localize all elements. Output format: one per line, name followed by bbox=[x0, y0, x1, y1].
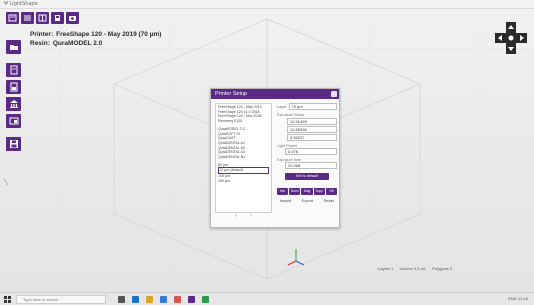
axis-gizmo bbox=[287, 249, 305, 266]
setup-form: Layer 70 µm Exposure Setup 12.91499 12.8… bbox=[277, 103, 338, 203]
save-button[interactable] bbox=[6, 137, 21, 151]
window-title: Ψ LightShape bbox=[4, 1, 38, 7]
left-toolbar bbox=[6, 40, 21, 151]
reset-button[interactable]: Reset bbox=[324, 198, 334, 203]
preset-button[interactable]: Min bbox=[277, 188, 289, 195]
open-folder-icon bbox=[9, 45, 18, 50]
new-file-icon bbox=[8, 14, 17, 22]
support-icon bbox=[9, 100, 18, 108]
app-icon[interactable] bbox=[202, 296, 209, 303]
list-pager: ‹ › bbox=[211, 213, 276, 219]
pager-prev-button[interactable]: ‹ bbox=[235, 213, 237, 219]
document-icon bbox=[10, 65, 17, 75]
camera-button[interactable] bbox=[66, 12, 79, 24]
center-view-icon bbox=[508, 35, 514, 41]
os-taskbar: Type here to search ENG 12:15 bbox=[0, 292, 534, 305]
window-title-bar: Ψ LightShape bbox=[0, 0, 534, 9]
support-button[interactable] bbox=[6, 97, 21, 111]
list-item[interactable]: 150 µm bbox=[218, 179, 269, 184]
task-view-icon[interactable] bbox=[118, 296, 125, 303]
exposure-value-1[interactable]: 12.91499 bbox=[287, 118, 337, 125]
settings-icon bbox=[55, 15, 60, 21]
top-toolbar bbox=[6, 12, 79, 24]
export-icon bbox=[9, 117, 18, 125]
pager-next-button[interactable]: › bbox=[250, 213, 252, 219]
export-button[interactable] bbox=[6, 114, 21, 128]
status-bar: Layers 1 Volume 0.0 mL Polygons 0 bbox=[378, 266, 457, 271]
store-icon[interactable] bbox=[160, 296, 167, 303]
new-file-button[interactable] bbox=[6, 12, 19, 24]
save-icon bbox=[9, 140, 18, 148]
exposure-time-field[interactable]: 22.068 bbox=[285, 162, 337, 169]
light-power-field[interactable]: 0.076 bbox=[285, 148, 337, 155]
document-button[interactable] bbox=[6, 63, 21, 77]
layout-icon bbox=[38, 14, 47, 22]
printer-setup-dialog: Printer Setup FreeShape 120 - May 2019 F… bbox=[210, 88, 340, 228]
taskbar-search-input[interactable]: Type here to search bbox=[16, 295, 106, 304]
windows-start-icon[interactable] bbox=[4, 296, 11, 303]
browser-icon[interactable] bbox=[132, 296, 139, 303]
exposure-label: Exposure Setup bbox=[277, 113, 305, 117]
taskbar-apps bbox=[118, 296, 209, 303]
preset-button[interactable]: Norm bbox=[289, 188, 301, 195]
export-settings-button[interactable]: Export bbox=[302, 198, 314, 203]
volume-readout: Volume 0.0 mL bbox=[399, 266, 427, 271]
file-button[interactable] bbox=[6, 80, 21, 94]
dialog-title-bar: Printer Setup bbox=[211, 89, 339, 99]
polygons-count: Polygons 0 bbox=[432, 266, 453, 271]
list-view-icon bbox=[24, 15, 31, 21]
exposure-value-2[interactable]: 12.89336 bbox=[287, 126, 337, 133]
camera-icon bbox=[69, 16, 76, 21]
settings-button[interactable] bbox=[51, 12, 64, 24]
preset-button[interactable]: Off bbox=[325, 188, 338, 195]
layer-field[interactable]: 70 µm bbox=[288, 103, 337, 110]
folder-icon[interactable] bbox=[146, 296, 153, 303]
printer-list[interactable]: FreeShape 120 - May 2019 FreeShape 120 v… bbox=[215, 103, 272, 213]
system-tray: ENG 12:15 bbox=[508, 296, 528, 301]
dialog-close-button[interactable] bbox=[331, 91, 337, 97]
layer-label: Layer bbox=[277, 104, 287, 109]
printer-label: Printer: bbox=[30, 31, 54, 38]
view-navigation-control[interactable] bbox=[495, 22, 527, 54]
lightshape-app-icon[interactable] bbox=[188, 296, 195, 303]
exposure-value-3[interactable]: 0.93227 bbox=[287, 134, 337, 141]
resin-label: Resin: bbox=[30, 40, 50, 47]
printer-value: FreeShape 120 - May 2019 (70 µm) bbox=[56, 31, 162, 38]
file-icon bbox=[10, 82, 17, 92]
dialog-title: Printer Setup bbox=[215, 91, 248, 97]
layers-count: Layers 1 bbox=[378, 266, 394, 271]
resin-value: QuraMODEL 2.0 bbox=[52, 40, 103, 47]
printer-info: Printer: FreeShape 120 - May 2019 (70 µm)… bbox=[30, 30, 164, 48]
mail-icon[interactable] bbox=[174, 296, 181, 303]
open-button[interactable] bbox=[6, 40, 21, 54]
preset-button[interactable]: Diag bbox=[301, 188, 313, 195]
import-button[interactable]: Import bbox=[280, 198, 291, 203]
list-view-button[interactable] bbox=[21, 12, 34, 24]
list-item-selected[interactable]: 70 µm (default) bbox=[218, 167, 269, 175]
preset-button[interactable]: Supp bbox=[313, 188, 325, 195]
layout-button[interactable] bbox=[36, 12, 49, 24]
list-item[interactable]: FreeShape 120 - May 2019 bbox=[218, 105, 269, 110]
app-window: Ψ LightShape Printer: FreeShape 120 - Ma… bbox=[0, 0, 534, 305]
set-default-button[interactable]: Set to default bbox=[285, 173, 329, 180]
